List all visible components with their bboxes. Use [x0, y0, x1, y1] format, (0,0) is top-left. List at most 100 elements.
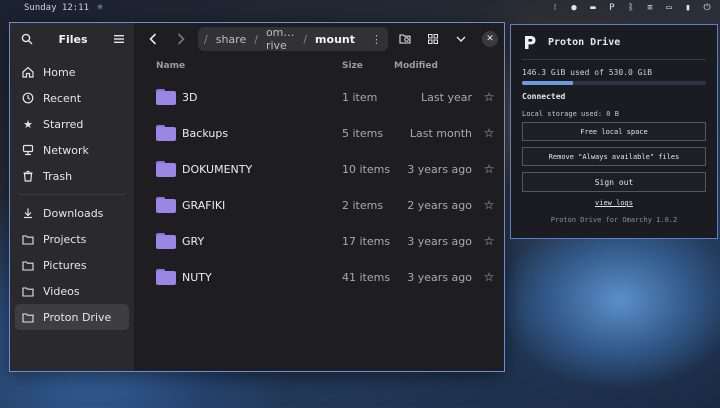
sidebar-item-label: Recent — [43, 91, 82, 105]
sidebar-item-label: Network — [43, 143, 89, 157]
path-segment[interactable]: share — [216, 33, 247, 46]
bluetooth-icon[interactable]: ᛒ — [626, 3, 636, 13]
sliders-icon[interactable]: ≡ — [645, 3, 655, 13]
app-title: Files — [58, 32, 88, 46]
star-icon[interactable]: ☆ — [474, 162, 504, 176]
file-size: 41 items — [342, 270, 391, 284]
car-icon[interactable]: ▬ — [588, 3, 598, 13]
top-bar: Sunday 12:11 ☼ ⁝ ● ▬ P ᛒ ≡ ▭ ▮ ⏻ — [0, 0, 720, 16]
files-window: Files Home Recent ★ Starred Network Tras… — [9, 22, 505, 372]
sidebar-item-starred[interactable]: ★ Starred — [15, 111, 129, 137]
home-icon — [21, 66, 35, 78]
forward-button[interactable] — [170, 28, 192, 50]
sidebar-item-home[interactable]: Home — [15, 59, 129, 85]
search-icon[interactable] — [20, 33, 34, 45]
path-bar[interactable]: / share / om… rive / mount ⋮ — [198, 26, 388, 52]
file-modified: 3 years ago — [407, 162, 472, 176]
file-size: 2 items — [342, 198, 384, 212]
column-modified[interactable]: Modified — [394, 61, 474, 71]
sidebar-header: Files — [10, 23, 134, 55]
remove-always-available-button[interactable]: Remove "Always available" files — [522, 147, 706, 166]
file-size: 10 items — [342, 162, 391, 176]
close-icon: ✕ — [486, 34, 494, 44]
proton-drive-panel: Proton Drive 146.3 GiB used of 530.0 GiB… — [510, 24, 718, 239]
sidebar-item-label: Videos — [43, 284, 80, 298]
clock-icon — [21, 92, 35, 104]
storage-usage: 146.3 GiB used of 530.0 GiB — [522, 68, 653, 77]
file-name: 3D — [182, 90, 198, 104]
sidebar-item-proton-drive[interactable]: Proton Drive — [15, 304, 129, 330]
menu-icon[interactable] — [112, 35, 126, 43]
star-icon[interactable]: ☆ — [474, 234, 504, 248]
file-size: 1 item — [342, 90, 378, 104]
search-folder-icon[interactable] — [394, 28, 416, 50]
network-icon — [21, 144, 35, 156]
divider — [522, 59, 706, 60]
file-name: GRY — [182, 234, 205, 248]
sidebar-item-label: Proton Drive — [43, 310, 112, 324]
proton-icon[interactable]: P — [607, 3, 617, 13]
laptop-icon[interactable]: ▭ — [664, 3, 674, 13]
table-row[interactable]: NUTY 41 items 3 years ago ☆ — [134, 259, 504, 295]
folder-icon — [21, 286, 35, 297]
file-name: DOKUMENTY — [182, 162, 253, 176]
table-row[interactable]: Backups 5 items Last month ☆ — [134, 115, 504, 151]
file-name: NUTY — [182, 270, 212, 284]
sidebar-item-network[interactable]: Network — [15, 137, 129, 163]
table-row[interactable]: 3D 1 item Last year ☆ — [134, 79, 504, 115]
table-row[interactable]: GRY 17 items 3 years ago ☆ — [134, 223, 504, 259]
proton-title: Proton Drive — [548, 36, 621, 48]
table-row[interactable]: GRAFIKI 2 items 2 years ago ☆ — [134, 187, 504, 223]
sun-icon[interactable]: ☼ — [95, 3, 105, 13]
file-modified: 3 years ago — [407, 270, 472, 284]
view-logs-link[interactable]: view logs — [522, 199, 706, 207]
sign-out-button[interactable]: Sign out — [522, 172, 706, 192]
local-storage: Local storage used: 0 B — [522, 110, 619, 118]
folder-icon — [21, 234, 35, 245]
clock[interactable]: Sunday 12:11 — [24, 3, 89, 13]
star-icon[interactable]: ☆ — [474, 270, 504, 284]
path-segment[interactable]: om… rive — [266, 26, 295, 52]
power-icon[interactable]: ⏻ — [702, 3, 712, 13]
path-separator: / — [303, 32, 308, 46]
sidebar-item-label: Pictures — [43, 258, 87, 272]
battery-icon[interactable]: ▮ — [683, 3, 693, 13]
path-separator: / — [254, 32, 258, 46]
close-button[interactable]: ✕ — [482, 31, 498, 47]
file-modified: Last month — [409, 126, 472, 140]
folder-icon — [156, 269, 176, 285]
file-name: GRAFIKI — [182, 198, 226, 212]
column-size[interactable]: Size — [342, 61, 394, 71]
sidebar-item-recent[interactable]: Recent — [15, 85, 129, 111]
chevron-down-icon[interactable] — [450, 28, 472, 50]
folder-icon — [156, 125, 176, 141]
version-label: Proton Drive for Omarchy 1.0.2 — [550, 216, 678, 224]
sidebar-item-videos[interactable]: Videos — [15, 278, 129, 304]
file-name: Backups — [182, 126, 229, 140]
file-list: 3D 1 item Last year ☆ Backups 5 items La… — [134, 77, 504, 295]
table-row[interactable]: DOKUMENTY 10 items 3 years ago ☆ — [134, 151, 504, 187]
free-local-space-button[interactable]: Free local space — [522, 122, 706, 141]
sidebar-item-label: Home — [43, 65, 76, 79]
sidebar-item-trash[interactable]: Trash — [15, 163, 129, 189]
back-button[interactable] — [142, 28, 164, 50]
download-icon — [21, 207, 35, 219]
storage-bar-fill — [522, 81, 573, 85]
star-icon[interactable]: ☆ — [474, 126, 504, 140]
sidebar-item-downloads[interactable]: Downloads — [15, 200, 129, 226]
sidebar-item-pictures[interactable]: Pictures — [15, 252, 129, 278]
water-drop-icon[interactable]: ● — [569, 3, 579, 13]
path-segment-current[interactable]: mount — [315, 33, 355, 46]
file-modified: 2 years ago — [407, 198, 472, 212]
grid-view-icon[interactable] — [422, 28, 444, 50]
folder-icon — [156, 197, 176, 213]
column-name[interactable]: Name — [156, 61, 342, 71]
sidebar-divider — [19, 194, 125, 195]
path-menu-icon[interactable]: ⋮ — [371, 33, 382, 46]
grid-icon[interactable]: ⁝ — [550, 3, 560, 13]
sidebar-item-projects[interactable]: Projects — [15, 226, 129, 252]
star-icon[interactable]: ☆ — [474, 90, 504, 104]
header-bar: / share / om… rive / mount ⋮ ✕ — [134, 23, 504, 55]
star-icon[interactable]: ☆ — [474, 198, 504, 212]
proton-logo-icon — [522, 34, 538, 50]
